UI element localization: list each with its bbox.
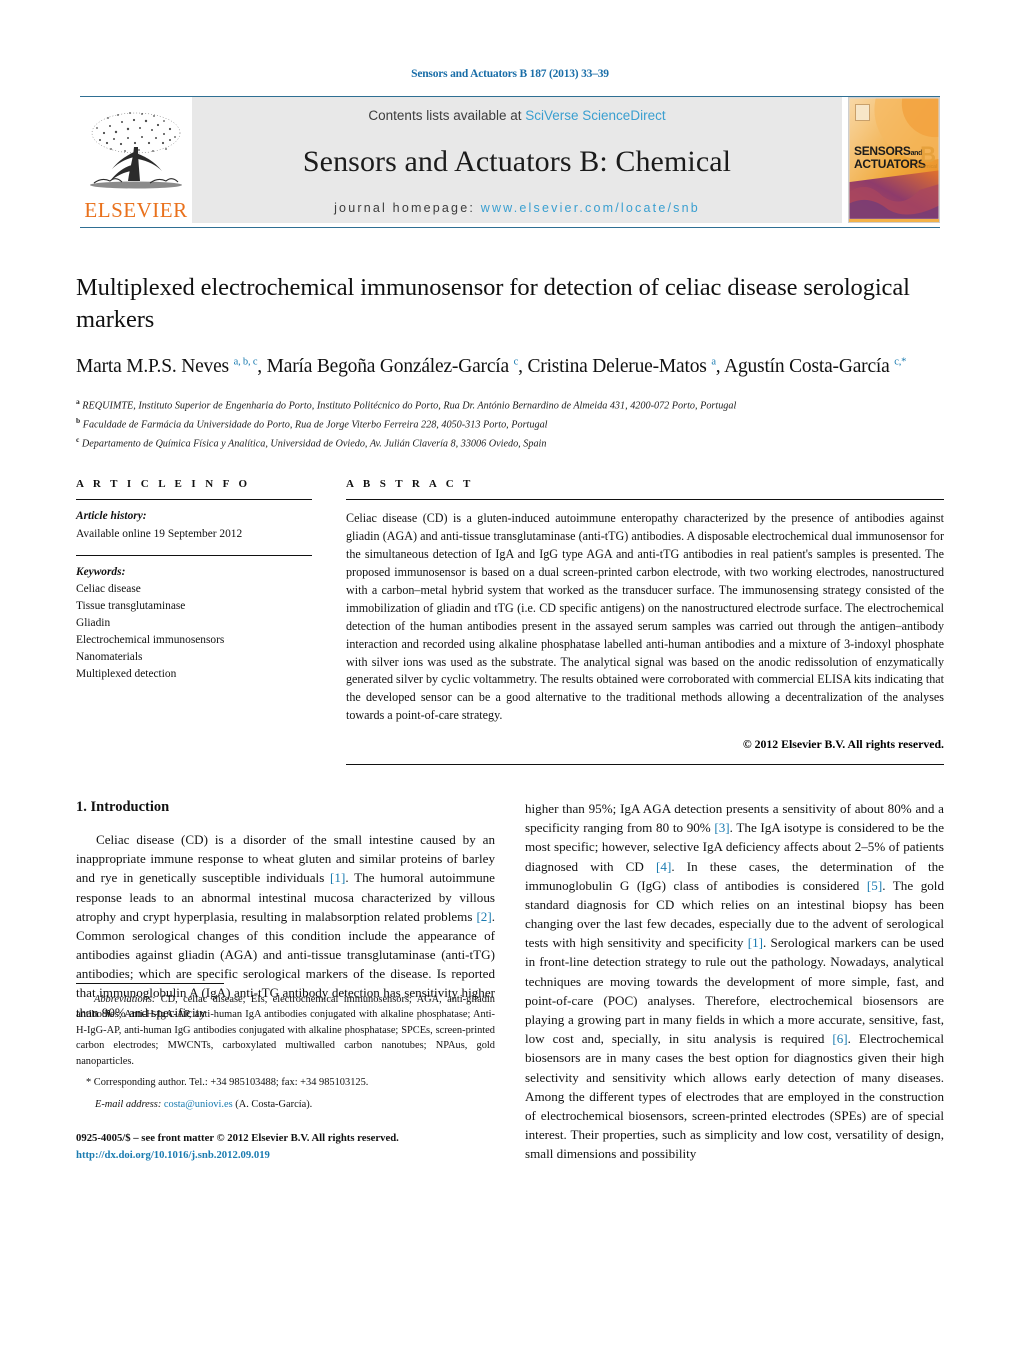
abstract-text: Celiac disease (CD) is a gluten-induced …	[346, 511, 944, 723]
elsevier-tree-icon	[90, 112, 182, 189]
contents-prefix: Contents lists available at	[368, 108, 522, 123]
affiliation-list: a REQUIMTE, Instituto Superior de Engenh…	[76, 396, 944, 453]
abstract-copyright: © 2012 Elsevier B.V. All rights reserved…	[742, 737, 944, 752]
affiliation-item: b Faculdade de Farmácia da Universidade …	[76, 415, 548, 430]
cover-line-2: ACTUATORS	[854, 156, 926, 171]
section-heading-introduction: 1. Introduction	[76, 799, 170, 816]
abbreviations-note: Abbreviations: CD, celiac disease; EIs, …	[76, 992, 495, 1069]
citation-link[interactable]: [5]	[867, 878, 882, 893]
email-label: E-mail address:	[95, 1098, 162, 1110]
corresponding-author-note: * Corresponding author. Tel.: +34 985103…	[86, 1076, 369, 1088]
imprint-block: 0925-4005/$ – see front matter © 2012 El…	[76, 1130, 495, 1163]
footnote-block: Abbreviations: CD, celiac disease; EIs, …	[76, 983, 495, 1163]
keyword-item: Nanomaterials	[76, 651, 143, 664]
abstract-heading: A B S T R A C T	[346, 478, 474, 491]
abstract-bottom-divider	[346, 764, 944, 766]
paper-page: Sensors and Actuators B 187 (2013) 33–39	[0, 0, 1020, 1351]
article-history: Article history: Available online 19 Sep…	[76, 508, 312, 542]
body-column-left: 1. Introduction Celiac disease (CD) is a…	[76, 799, 495, 1163]
citation-link[interactable]: [1]	[330, 870, 345, 885]
doi-link[interactable]: http://dx.doi.org/10.1016/j.snb.2012.09.…	[76, 1147, 495, 1164]
email-link[interactable]: costa@uniovi.es	[164, 1099, 233, 1110]
affiliation-marker: b	[76, 415, 81, 425]
body-column-right: higher than 95%; IgA AGA detection prese…	[525, 799, 944, 1163]
keyword-item: Celiac disease	[76, 582, 141, 595]
keyword-item: Multiplexed detection	[76, 668, 177, 681]
homepage-prefix: journal homepage:	[334, 201, 476, 215]
info-abstract-row: A R T I C L E I N F O Article history: A…	[76, 478, 944, 766]
abstract-divider	[346, 499, 944, 501]
keywords-block: Keywords: Celiac disease Tissue transglut…	[76, 564, 312, 684]
elsevier-wordmark: ELSEVIER	[84, 198, 188, 222]
keyword-item: Gliadin	[76, 616, 111, 629]
citation-link[interactable]: [1]	[748, 935, 763, 950]
affiliation-item: c Departamento de Química Física y Analí…	[76, 434, 547, 449]
email-note: E-mail address: costa@uniovi.es (A. Cost…	[76, 1097, 495, 1113]
author-list: Marta M.P.S. Neves a, b, c, María Begoña…	[76, 355, 907, 377]
cover-publisher-badge	[855, 104, 870, 121]
citation-link[interactable]: [3]	[714, 820, 729, 835]
sciencedirect-link[interactable]: SciVerse ScienceDirect	[525, 108, 665, 123]
citation-link[interactable]: [4]	[656, 859, 671, 874]
affiliation-marker: c	[76, 434, 80, 444]
cover-series-subtitle: Chemical	[916, 164, 937, 170]
citation-link[interactable]: [2]	[476, 909, 491, 924]
page-title: Multiplexed electrochemical immunosensor…	[76, 274, 910, 333]
article-history-value: Available online 19 September 2012	[76, 527, 243, 540]
elsevier-logo: ELSEVIER	[80, 97, 192, 223]
citation-link[interactable]: [6]	[832, 1031, 847, 1046]
journal-band: Contents lists available at SciVerse Sci…	[192, 97, 842, 223]
abbreviations-label: Abbreviations:	[94, 994, 156, 1006]
article-info-column: A R T I C L E I N F O Article history: A…	[76, 478, 312, 765]
keywords-label: Keywords:	[76, 565, 126, 578]
contents-line: Contents lists available at SciVerse Sci…	[368, 108, 665, 123]
article-history-label: Article history:	[76, 510, 147, 523]
affiliation-item: a REQUIMTE, Instituto Superior de Engenh…	[76, 396, 737, 412]
homepage-url-link[interactable]: www.elsevier.com/locate/snb	[481, 201, 700, 215]
body-columns: 1. Introduction Celiac disease (CD) is a…	[76, 799, 944, 1163]
cover-title-text: SENSORSand ACTUATORS	[854, 145, 926, 171]
journal-homepage-line: journal homepage: www.elsevier.com/locat…	[334, 201, 700, 215]
email-suffix: (A. Costa-García).	[235, 1098, 313, 1110]
keywords-divider	[76, 554, 312, 556]
journal-masthead: ELSEVIER Contents lists available at Sci…	[80, 97, 940, 223]
article-info-divider	[76, 499, 312, 501]
running-head: Sensors and Actuators B 187 (2013) 33–39	[411, 68, 609, 80]
journal-cover-thumbnail: SENSORSand ACTUATORS B Chemical	[848, 97, 940, 223]
cover-line-1: SENSORS	[854, 144, 911, 158]
journal-title: Sensors and Actuators B: Chemical	[302, 145, 732, 178]
intro-paragraph-right: higher than 95%; IgA AGA detection prese…	[525, 801, 945, 1162]
footnote-rule	[76, 983, 224, 985]
article-info-heading: A R T I C L E I N F O	[76, 478, 251, 491]
title-block: Multiplexed electrochemical immunosensor…	[76, 228, 944, 452]
keyword-item: Tissue transglutaminase	[76, 599, 186, 612]
abstract-column: A B S T R A C T Celiac disease (CD) is a…	[346, 478, 944, 766]
keywords-values: Celiac disease Tissue transglutaminase Gli…	[76, 583, 224, 681]
affiliation-marker: a	[76, 396, 80, 406]
imprint-line: 0925-4005/$ – see front matter © 2012 El…	[76, 1132, 399, 1145]
keyword-item: Electrochemical immunosensors	[76, 634, 225, 647]
